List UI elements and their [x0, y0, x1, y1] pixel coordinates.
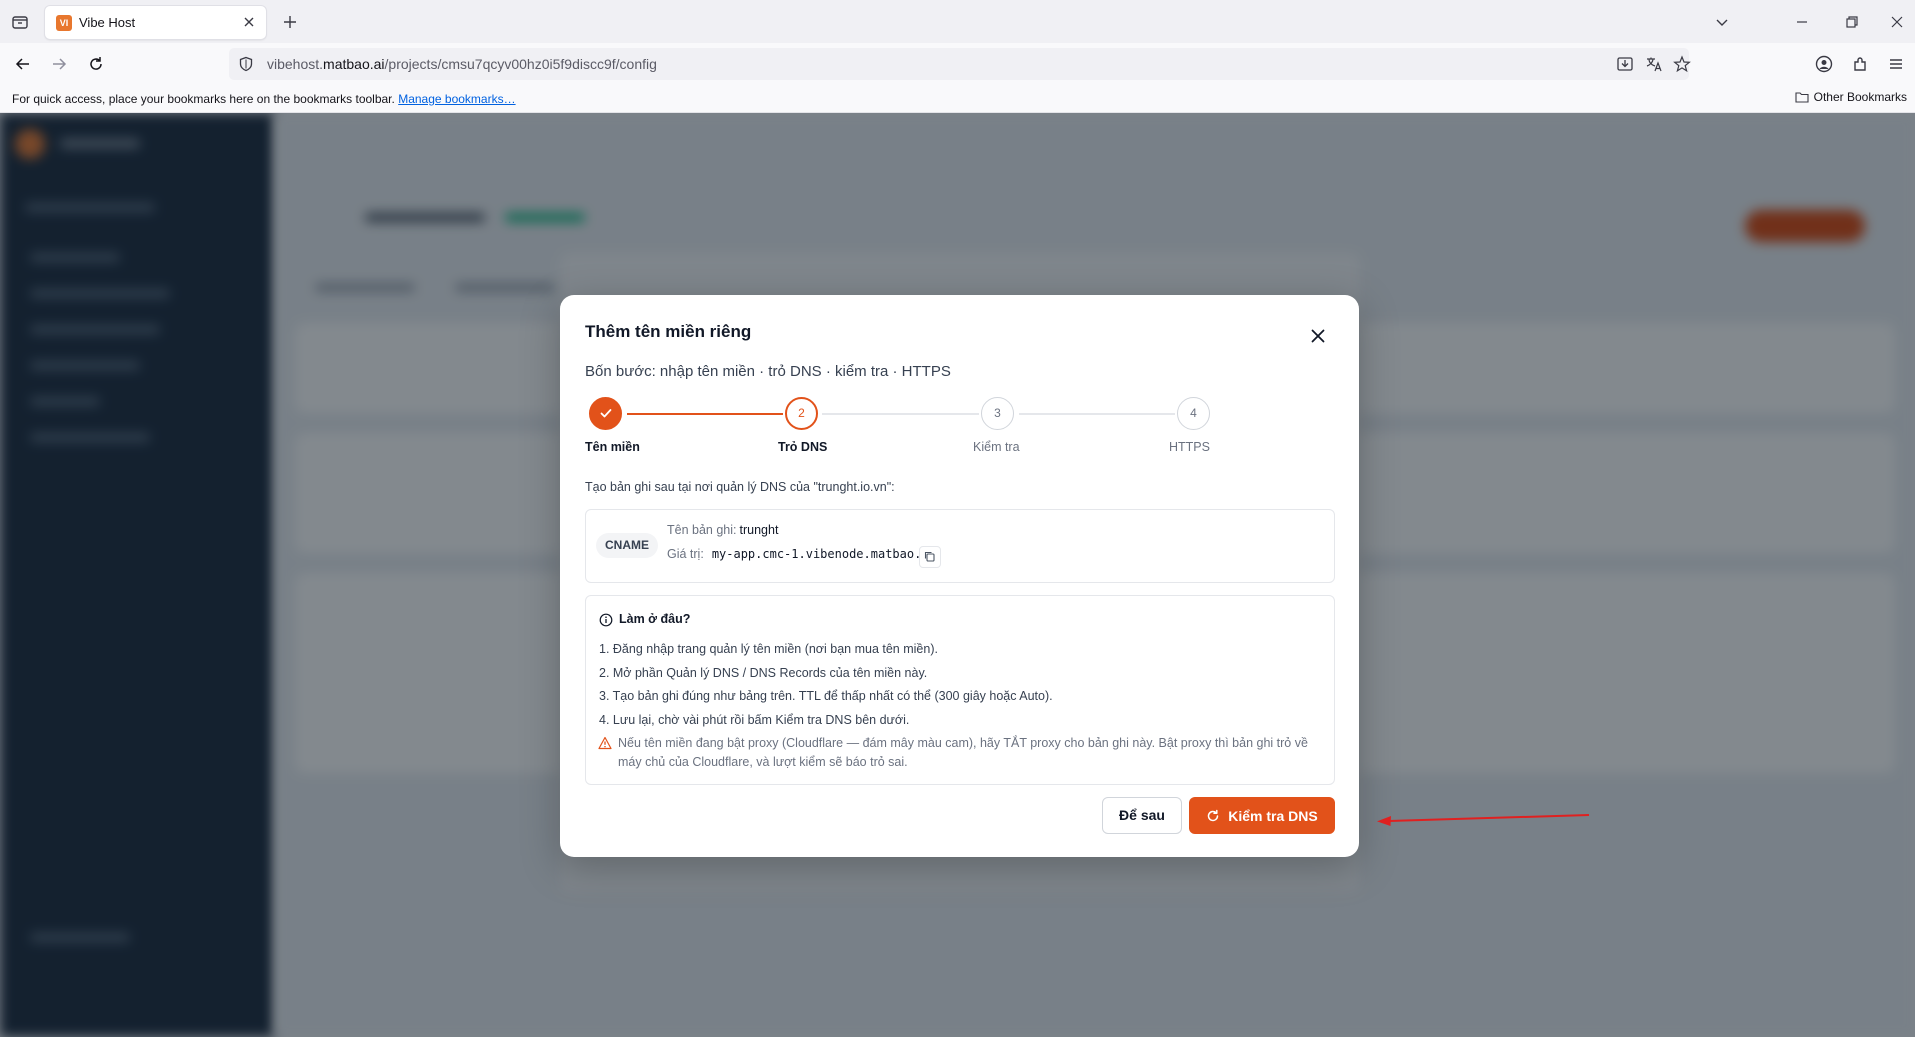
- menu-hamburger-icon[interactable]: [1886, 54, 1906, 74]
- extensions-icon[interactable]: [1850, 54, 1870, 74]
- forward-arrow-icon[interactable]: [49, 54, 69, 74]
- step-4-label: HTTPS: [1169, 440, 1210, 454]
- tab-list-icon[interactable]: [10, 12, 30, 32]
- copy-value-button[interactable]: [919, 546, 941, 568]
- record-value-label: Giá trị:: [667, 547, 704, 561]
- vibe-host-favicon: VI: [56, 15, 72, 31]
- chevron-down-icon[interactable]: [1712, 12, 1732, 32]
- step-connector-2: [822, 413, 979, 415]
- where-to-do-it-panel: Làm ở đâu? 1. Đăng nhập trang quản lý tê…: [585, 595, 1335, 785]
- record-value-row: Giá trị: my-app.cmc-1.vibenode.matbao.ai: [667, 547, 936, 561]
- bookmarks-hint: For quick access, place your bookmarks h…: [12, 92, 516, 106]
- help-step-3: 3. Tạo bản ghi đúng như bảng trên. TTL đ…: [599, 689, 1053, 703]
- url-prefix: vibehost.: [267, 56, 324, 72]
- step-2-circle: 2: [785, 397, 818, 430]
- bookmarks-toolbar: For quick access, place your bookmarks h…: [0, 85, 1915, 113]
- record-name-value: trunght: [739, 523, 779, 537]
- warning-triangle-icon: [598, 736, 612, 750]
- account-icon[interactable]: [1814, 54, 1834, 74]
- step-3-label: Kiểm tra: [973, 440, 1020, 454]
- check-dns-label: Kiểm tra DNS: [1228, 807, 1318, 824]
- close-icon[interactable]: [1306, 324, 1330, 348]
- step-connector-1: [627, 413, 783, 415]
- back-arrow-icon[interactable]: [13, 54, 33, 74]
- add-custom-domain-dialog: Thêm tên miền riêng Bốn bước: nhập tên m…: [560, 295, 1359, 857]
- help-title: Làm ở đâu?: [619, 612, 691, 626]
- new-tab-icon[interactable]: [280, 12, 300, 32]
- browser-tab[interactable]: VI Vibe Host: [45, 6, 266, 39]
- dns-instruction: Tạo bản ghi sau tại nơi quản lý DNS của …: [585, 480, 895, 494]
- close-tab-icon[interactable]: [240, 13, 258, 31]
- step-2-label: Trỏ DNS: [778, 440, 828, 454]
- dialog-title: Thêm tên miền riêng: [585, 322, 752, 341]
- download-page-icon[interactable]: [1616, 55, 1634, 73]
- proxy-warning: Nếu tên miền đang bật proxy (Cloudflare …: [618, 736, 1308, 769]
- step-1-circle: [589, 397, 622, 430]
- record-name-row: Tên bản ghi: trunght: [667, 523, 778, 537]
- translate-icon[interactable]: [1645, 55, 1663, 73]
- info-icon: [599, 613, 613, 627]
- close-window-icon[interactable]: [1887, 12, 1907, 32]
- check-dns-button[interactable]: Kiểm tra DNS: [1189, 797, 1335, 834]
- record-name-label: Tên bản ghi:: [667, 523, 737, 537]
- later-button[interactable]: Để sau: [1102, 797, 1182, 834]
- step-3-circle: 3: [981, 397, 1014, 430]
- other-bookmarks-label: Other Bookmarks: [1813, 90, 1907, 104]
- dns-record-card: CNAME Tên bản ghi: trunght Giá trị: my-app…: [585, 509, 1335, 583]
- other-bookmarks[interactable]: Other Bookmarks: [1795, 90, 1907, 104]
- help-step-2: 2. Mở phần Quản lý DNS / DNS Records của…: [599, 665, 928, 680]
- step-4-circle: 4: [1177, 397, 1210, 430]
- bookmarks-hint-text: For quick access, place your bookmarks h…: [12, 92, 395, 106]
- reload-icon[interactable]: [86, 54, 106, 74]
- tracking-protection-shield-icon[interactable]: [238, 56, 254, 72]
- browser-tab-bar: VI Vibe Host: [0, 0, 1915, 43]
- folder-icon: [1795, 92, 1809, 103]
- restore-icon[interactable]: [1842, 12, 1862, 32]
- url-path: /projects/cmsu7qcyv00hz0i5f9discc9f/conf…: [384, 56, 657, 72]
- manage-bookmarks-link[interactable]: Manage bookmarks…: [398, 92, 515, 106]
- refresh-icon: [1208, 809, 1219, 821]
- tab-title: Vibe Host: [79, 15, 136, 30]
- step-1-label: Tên miền: [585, 440, 640, 454]
- dialog-subtitle: Bốn bước: nhập tên miền · trỏ DNS · kiểm…: [585, 363, 951, 380]
- help-step-1: 1. Đăng nhập trang quản lý tên miền (nơi…: [599, 642, 938, 656]
- record-type-badge: CNAME: [596, 533, 658, 558]
- browser-nav-bar: vibehost.matbao.ai/projects/cmsu7qcyv00h…: [0, 43, 1915, 85]
- help-step-4: 4. Lưu lại, chờ vài phút rồi bấm Kiểm tr…: [599, 712, 910, 727]
- help-steps-list: 1. Đăng nhập trang quản lý tên miền (nơi…: [599, 638, 1053, 732]
- address-bar[interactable]: vibehost.matbao.ai/projects/cmsu7qcyv00h…: [229, 48, 1691, 80]
- annotation-arrow-icon: [1377, 814, 1590, 826]
- bookmark-star-icon[interactable]: [1673, 55, 1691, 73]
- url-domain: matbao.ai: [323, 56, 385, 72]
- copy-icon: [924, 551, 935, 562]
- checkmark-icon: [600, 409, 611, 418]
- minimize-icon[interactable]: [1792, 12, 1812, 32]
- record-value-value: my-app.cmc-1.vibenode.matbao.ai: [711, 547, 936, 561]
- url-text[interactable]: vibehost.matbao.ai/projects/cmsu7qcyv00h…: [267, 56, 657, 72]
- step-connector-3: [1019, 413, 1175, 415]
